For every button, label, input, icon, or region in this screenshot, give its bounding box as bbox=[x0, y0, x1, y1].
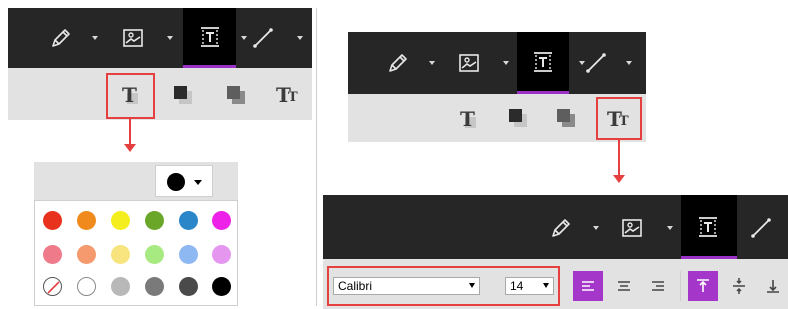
right-arrow-line bbox=[618, 140, 620, 176]
image-icon[interactable] bbox=[456, 50, 482, 76]
border-color-icon[interactable] bbox=[224, 83, 250, 109]
color-swatch[interactable] bbox=[43, 211, 62, 230]
color-swatch[interactable] bbox=[145, 277, 164, 296]
color-swatch[interactable] bbox=[145, 245, 164, 264]
color-swatch[interactable] bbox=[179, 245, 198, 264]
left-arrow-head bbox=[124, 144, 136, 152]
font-settings-icon[interactable]: T T bbox=[276, 82, 306, 108]
text-box-icon[interactable] bbox=[695, 214, 721, 240]
no-color-icon bbox=[47, 281, 60, 294]
color-swatch[interactable] bbox=[212, 277, 231, 296]
image-icon[interactable] bbox=[120, 25, 146, 51]
color-swatch[interactable] bbox=[111, 245, 130, 264]
color-swatch[interactable] bbox=[43, 245, 62, 264]
line-icon[interactable] bbox=[748, 215, 774, 241]
valign-bottom-button[interactable] bbox=[758, 271, 788, 301]
image-dropdown-caret[interactable] bbox=[503, 61, 509, 65]
text-box-icon[interactable] bbox=[197, 24, 223, 50]
selected-color-swatch bbox=[167, 173, 185, 191]
color-swatch[interactable] bbox=[212, 211, 231, 230]
border-color-icon[interactable] bbox=[554, 106, 580, 132]
line-icon[interactable] bbox=[250, 25, 276, 51]
line-dropdown-caret[interactable] bbox=[297, 36, 303, 40]
no-color-swatch[interactable] bbox=[43, 277, 62, 296]
align-center-button[interactable] bbox=[609, 271, 639, 301]
align-right-button[interactable] bbox=[643, 271, 673, 301]
color-palette bbox=[34, 200, 238, 306]
color-swatch[interactable] bbox=[179, 277, 198, 296]
font-controls-highlight bbox=[327, 266, 560, 306]
image-icon[interactable] bbox=[619, 215, 645, 241]
panel-divider bbox=[316, 8, 317, 306]
color-swatch[interactable] bbox=[77, 245, 96, 264]
fill-color-icon[interactable] bbox=[506, 106, 532, 132]
pen-dropdown-caret[interactable] bbox=[92, 36, 98, 40]
color-swatch[interactable] bbox=[179, 211, 198, 230]
valign-top-button[interactable] bbox=[688, 271, 718, 301]
text-color-highlight bbox=[106, 73, 155, 119]
pen-icon[interactable] bbox=[385, 50, 411, 76]
selected-color-dropdown[interactable] bbox=[155, 165, 213, 197]
right-arrow-head bbox=[613, 175, 625, 183]
line-icon[interactable] bbox=[583, 50, 609, 76]
text-color-icon[interactable]: T bbox=[454, 106, 484, 132]
text-box-dropdown-caret[interactable] bbox=[241, 36, 247, 40]
align-divider bbox=[680, 271, 681, 301]
align-left-button[interactable] bbox=[573, 271, 603, 301]
font-settings-highlight bbox=[596, 97, 642, 140]
left-arrow-line bbox=[129, 119, 131, 145]
left-text-style-bar bbox=[8, 68, 312, 120]
valign-middle-button[interactable] bbox=[724, 271, 754, 301]
color-swatch[interactable] bbox=[111, 211, 130, 230]
color-swatch[interactable] bbox=[145, 211, 164, 230]
color-swatch[interactable] bbox=[111, 277, 130, 296]
color-swatch[interactable] bbox=[77, 211, 96, 230]
image-dropdown-caret[interactable] bbox=[167, 36, 173, 40]
color-swatch[interactable] bbox=[212, 245, 231, 264]
pen-dropdown-caret[interactable] bbox=[593, 226, 599, 230]
chevron-down-icon bbox=[194, 180, 202, 185]
fill-color-icon[interactable] bbox=[171, 83, 197, 109]
pen-icon[interactable] bbox=[48, 25, 74, 51]
pen-icon[interactable] bbox=[548, 215, 574, 241]
image-dropdown-caret[interactable] bbox=[667, 226, 673, 230]
pen-dropdown-caret[interactable] bbox=[429, 61, 435, 65]
line-dropdown-caret[interactable] bbox=[626, 61, 632, 65]
text-box-icon[interactable] bbox=[530, 49, 556, 75]
color-swatch[interactable] bbox=[77, 277, 96, 296]
